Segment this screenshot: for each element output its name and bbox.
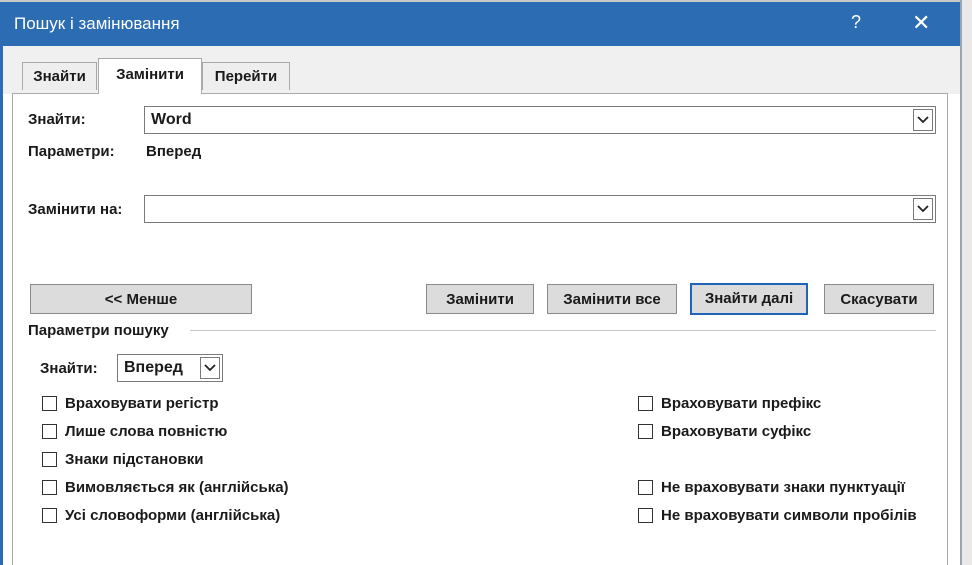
checkbox-label: Не враховувати символи пробілів	[661, 507, 917, 524]
match-prefix-checkbox[interactable]: Враховувати префікс	[638, 395, 821, 412]
checkbox-box[interactable]	[42, 396, 57, 411]
params-value: Вперед	[146, 143, 202, 160]
replace-all-button[interactable]: Замінити все	[547, 284, 677, 314]
tab-replace[interactable]: Замінити	[98, 58, 202, 94]
less-button[interactable]: << Менше	[30, 284, 252, 314]
find-label: Знайти:	[28, 111, 86, 128]
checkbox-label: Враховувати префікс	[661, 395, 822, 412]
replace-button[interactable]: Замінити	[426, 284, 534, 314]
checkbox-box[interactable]	[42, 480, 57, 495]
direction-label: Знайти:	[40, 360, 98, 377]
chevron-down-icon[interactable]	[913, 198, 933, 220]
search-options-group-label: Параметри пошуку	[28, 322, 169, 339]
window-right-border	[960, 0, 972, 565]
all-word-forms-checkbox[interactable]: Усі словоформи (англійська)	[42, 507, 280, 524]
checkbox-label: Усі словоформи (англійська)	[65, 507, 281, 524]
chevron-down-icon[interactable]	[200, 357, 220, 379]
checkbox-box[interactable]	[638, 508, 653, 523]
checkbox-label: Враховувати регістр	[65, 395, 219, 412]
group-divider	[190, 330, 936, 331]
checkbox-label: Враховувати суфікс	[661, 423, 812, 440]
match-case-checkbox[interactable]: Враховувати регістр	[42, 395, 219, 412]
window-left-border	[0, 46, 3, 565]
tab-goto[interactable]: Перейти	[202, 62, 290, 90]
find-input-value: Word	[151, 111, 192, 128]
tab-goto-label: Перейти	[214, 68, 278, 85]
params-label: Параметри:	[28, 143, 115, 160]
checkbox-box[interactable]	[638, 396, 653, 411]
find-input[interactable]: Word	[144, 106, 936, 134]
checkbox-box[interactable]	[42, 452, 57, 467]
chevron-down-icon[interactable]	[913, 109, 933, 131]
checkbox-label: Не враховувати знаки пунктуації	[661, 479, 906, 496]
checkbox-label: Вимовляється як (англійська)	[65, 479, 289, 496]
checkbox-label: Знаки підстановки	[65, 451, 204, 468]
checkbox-box[interactable]	[638, 480, 653, 495]
match-suffix-checkbox[interactable]: Враховувати суфікс	[638, 423, 811, 440]
tab-find-label: Знайти	[33, 68, 86, 85]
checkbox-box[interactable]	[638, 424, 653, 439]
cancel-button[interactable]: Скасувати	[824, 284, 934, 314]
help-icon[interactable]: ?	[851, 12, 861, 33]
checkbox-box[interactable]	[42, 424, 57, 439]
ignore-whitespace-checkbox[interactable]: Не враховувати символи пробілів	[638, 507, 917, 524]
window-title: Пошук і замінювання	[14, 14, 180, 33]
close-icon[interactable]: ✕	[912, 10, 930, 36]
direction-value: Вперед	[124, 359, 183, 376]
checkbox-label: Лише слова повністю	[65, 423, 228, 440]
whole-words-checkbox[interactable]: Лише слова повністю	[42, 423, 227, 440]
replace-input[interactable]	[144, 195, 936, 223]
tab-replace-label: Замінити	[116, 66, 184, 83]
ignore-punctuation-checkbox[interactable]: Не враховувати знаки пунктуації	[638, 479, 905, 496]
replace-label: Замінити на:	[28, 201, 123, 218]
tab-find[interactable]: Знайти	[22, 62, 97, 90]
sounds-like-checkbox[interactable]: Вимовляється як (англійська)	[42, 479, 289, 496]
checkbox-box[interactable]	[42, 508, 57, 523]
direction-select[interactable]: Вперед	[117, 354, 223, 382]
wildcards-checkbox[interactable]: Знаки підстановки	[42, 451, 203, 468]
find-next-button[interactable]: Знайти далі	[690, 283, 808, 315]
title-bar: Пошук і замінювання ? ✕	[0, 2, 960, 46]
